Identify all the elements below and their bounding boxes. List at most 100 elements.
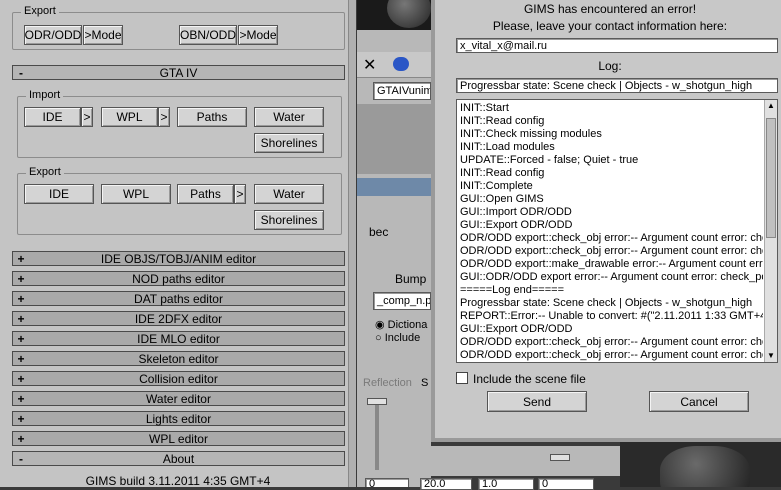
log-line: ODR/ODD export::check_obj error:-- Argum… bbox=[460, 245, 763, 257]
log-line: INIT::Read config bbox=[460, 115, 545, 127]
export-paths-button[interactable]: Paths bbox=[177, 184, 234, 204]
import-wpl-options-button[interactable]: > bbox=[158, 107, 170, 127]
rollout-expand-icon: + bbox=[17, 271, 25, 286]
rollout-bar[interactable]: + IDE OBJS/TOBJ/ANIM editor bbox=[12, 251, 345, 266]
log-line: ODR/ODD export::check_obj error:-- Argum… bbox=[460, 336, 763, 348]
scroll-up-arrow-icon[interactable]: ▲ bbox=[766, 101, 776, 111]
odr-odd-mode-button[interactable]: >Mode bbox=[83, 25, 123, 45]
include-scene-label: Include the scene file bbox=[473, 372, 586, 386]
rollout-bar[interactable]: - About bbox=[12, 451, 345, 466]
log-scrollbar[interactable]: ▲ ▼ bbox=[764, 100, 777, 362]
character-render-preview bbox=[620, 440, 781, 487]
reflection-slider-thumb[interactable] bbox=[367, 398, 387, 405]
import-ide-button[interactable]: IDE bbox=[24, 107, 81, 127]
rollout-expand-icon: + bbox=[17, 331, 25, 346]
odr-odd-export-button[interactable]: ODR/ODD bbox=[24, 25, 82, 45]
rollout-bar[interactable]: + NOD paths editor bbox=[12, 271, 345, 286]
export-water-button[interactable]: Water bbox=[254, 184, 324, 204]
bump-map-field[interactable]: _comp_n.pn bbox=[373, 292, 431, 310]
obn-odd-mode-button[interactable]: >Mode bbox=[238, 25, 278, 45]
log-line: GUI::ODR/ODD export error:-- Argument co… bbox=[460, 271, 763, 283]
log-line: REPORT::Error:-- Unable to convert: #("2… bbox=[460, 310, 763, 322]
log-label: Log: bbox=[598, 59, 622, 73]
rollout-title: GTA IV bbox=[159, 65, 198, 80]
log-line: INIT::Complete bbox=[460, 180, 533, 192]
material-name-field[interactable]: GTAIVunim bbox=[373, 82, 431, 100]
include-scene-checkbox[interactable] bbox=[456, 372, 468, 384]
gims-rollout-panel: Export ODR/ODD >Mode OBN/ODD >Mode - GTA… bbox=[0, 0, 356, 487]
viewport-thumbnails bbox=[357, 0, 431, 30]
rollout-collapse-icon: - bbox=[19, 65, 23, 80]
import-shorelines-button[interactable]: Shorelines bbox=[254, 133, 324, 153]
build-info: GIMS build 3.11.2011 4:35 GMT+4 bbox=[85, 474, 271, 487]
log-line: INIT::Check missing modules bbox=[460, 128, 602, 140]
radio-dictionary[interactable]: ◉ Dictiona bbox=[375, 318, 427, 331]
contact-input[interactable]: x_vital_x@mail.ru bbox=[456, 38, 778, 53]
radio-dictionary-icon: ◉ bbox=[375, 319, 385, 331]
export-group-label: Export bbox=[26, 166, 64, 178]
export-top-label: Export bbox=[21, 5, 59, 17]
log-line: ODR/ODD export::check_obj error:-- Argum… bbox=[460, 349, 763, 361]
rollout-expand-icon: + bbox=[17, 391, 25, 406]
toolbar-strip: ✕ bbox=[357, 52, 431, 78]
import-ide-options-button[interactable]: > bbox=[81, 107, 93, 127]
rollout-bar[interactable]: + Skeleton editor bbox=[12, 351, 345, 366]
rollout-title: Lights editor bbox=[145, 411, 212, 426]
bec-label: bec bbox=[369, 225, 389, 239]
import-wpl-button[interactable]: WPL bbox=[101, 107, 158, 127]
rollout-bar[interactable]: + DAT paths editor bbox=[12, 291, 345, 306]
rollout-expand-icon: + bbox=[17, 351, 25, 366]
rollout-title: Water editor bbox=[146, 391, 211, 406]
radio-include[interactable]: ○ Include bbox=[375, 332, 420, 344]
send-button[interactable]: Send bbox=[487, 391, 587, 412]
value-field-2[interactable]: 1.0 bbox=[478, 478, 534, 490]
progress-state-field[interactable]: Progressbar state: Scene check | Objects… bbox=[456, 78, 778, 93]
value-field-0[interactable]: 0 bbox=[365, 478, 409, 487]
export-shorelines-button[interactable]: Shorelines bbox=[254, 210, 324, 230]
rollout-bar[interactable]: + WPL editor bbox=[12, 431, 345, 446]
cancel-button[interactable]: Cancel bbox=[649, 391, 749, 412]
reflection-label: Reflection bbox=[363, 377, 412, 389]
log-textarea[interactable]: INIT::Start INIT::Read config INIT::Check … bbox=[456, 99, 778, 363]
obn-odd-export-button[interactable]: OBN/ODD bbox=[179, 25, 237, 45]
rollout-title: Skeleton editor bbox=[138, 351, 219, 366]
rollout-expand-icon: + bbox=[17, 311, 25, 326]
rollout-bar[interactable]: + Collision editor bbox=[12, 371, 345, 386]
rollout-title: IDE MLO editor bbox=[137, 331, 220, 346]
rollout-gta-iv[interactable]: - GTA IV bbox=[12, 65, 345, 80]
delete-icon[interactable]: ✕ bbox=[363, 55, 376, 75]
import-water-button[interactable]: Water bbox=[254, 107, 324, 127]
log-line: ODR/ODD export::check_obj error:-- Argum… bbox=[460, 232, 763, 244]
log-line: GUI::Open GIMS bbox=[460, 193, 544, 205]
bump-label: Bump bbox=[395, 272, 427, 286]
rollout-bar[interactable]: + IDE 2DFX editor bbox=[12, 311, 345, 326]
scroll-down-arrow-icon[interactable]: ▼ bbox=[766, 351, 776, 361]
rollout-title: IDE OBJS/TOBJ/ANIM editor bbox=[100, 251, 257, 266]
background-material-editor: ✕ GTAIVunim bec Bump _comp_n.pn ◉ Dictio… bbox=[357, 0, 431, 487]
rollout-bar[interactable]: + IDE MLO editor bbox=[12, 331, 345, 346]
rollout-bar[interactable]: + Lights editor bbox=[12, 411, 345, 426]
import-paths-button[interactable]: Paths bbox=[177, 107, 247, 127]
export-ide-button[interactable]: IDE bbox=[24, 184, 94, 204]
rollout-expand-icon: + bbox=[17, 371, 25, 386]
rollout-bar[interactable]: + Water editor bbox=[12, 391, 345, 406]
rollout-collapse-icon: - bbox=[19, 451, 23, 466]
export-wpl-button[interactable]: WPL bbox=[101, 184, 171, 204]
contact-prompt: Please, leave your contact information h… bbox=[492, 19, 728, 33]
link-icon[interactable] bbox=[393, 57, 409, 71]
log-line: INIT::Read config bbox=[460, 167, 545, 179]
lower-slider-thumb[interactable] bbox=[550, 454, 570, 461]
radio-dictionary-label: Dictiona bbox=[387, 319, 428, 331]
import-group-label: Import bbox=[26, 89, 64, 101]
radio-include-icon: ○ bbox=[375, 332, 382, 344]
panel-scrollbar[interactable] bbox=[348, 0, 356, 487]
log-lines: INIT::Start INIT::Read config INIT::Check … bbox=[460, 102, 763, 362]
scroll-thumb[interactable] bbox=[766, 118, 776, 238]
value-field-1[interactable]: 20.0 bbox=[420, 478, 472, 490]
log-line: GUI::Import ODR/ODD bbox=[460, 206, 572, 218]
lower-slider-area bbox=[431, 446, 621, 476]
export-paths-options-button[interactable]: > bbox=[234, 184, 246, 204]
value-field-3[interactable]: 0 bbox=[538, 478, 594, 490]
reflection-slider[interactable] bbox=[375, 400, 379, 470]
rollout-expand-icon: + bbox=[17, 251, 25, 266]
